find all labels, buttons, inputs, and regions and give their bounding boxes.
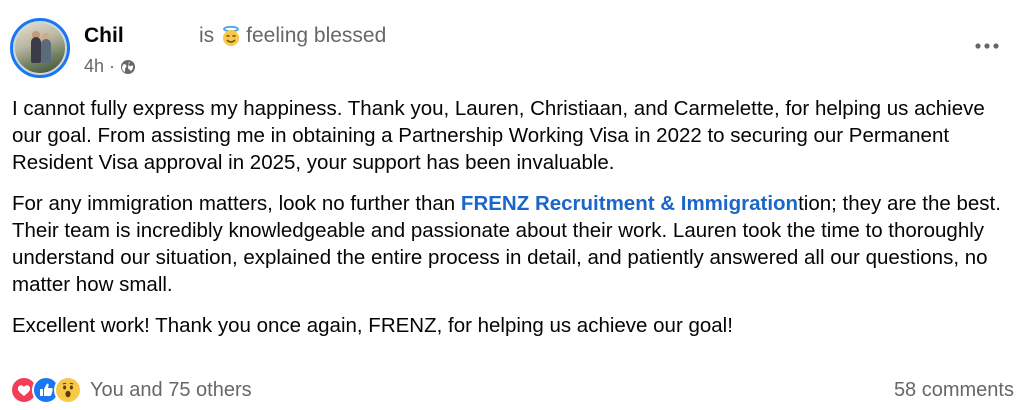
more-options-button[interactable] [972, 34, 1002, 58]
post-footer: You and 75 others 58 comments [10, 373, 1014, 407]
post-paragraph-2: For any immigration matters, look no fur… [12, 190, 1012, 298]
feeling-status: is feeling blessed [199, 24, 386, 48]
feeling-prefix: is [199, 24, 215, 47]
avatar-photo [15, 23, 65, 73]
more-dots-icon [975, 43, 999, 49]
frenz-page-link[interactable]: FRENZ Recruitment & Immigration [461, 192, 798, 215]
author-avatar[interactable] [10, 18, 70, 78]
wow-reaction-icon [54, 376, 82, 404]
post-meta: 4h · [84, 56, 136, 77]
reactions-count-label[interactable]: You and 75 others [90, 379, 252, 402]
smiling-face-with-halo-icon [220, 25, 242, 47]
meta-separator: · [109, 56, 116, 76]
author-name[interactable]: Chil [84, 24, 124, 48]
reactions-summary[interactable]: You and 75 others [10, 376, 252, 404]
paragraph-2-intro: For any immigration matters, look no fur… [12, 192, 461, 215]
feeling-label[interactable]: feeling blessed [246, 24, 386, 48]
post-paragraph-3: Excellent work! Thank you once again, FR… [12, 314, 733, 337]
globe-icon[interactable] [120, 59, 136, 75]
comments-count-link[interactable]: 58 comments [894, 379, 1014, 402]
post-timestamp[interactable]: 4h [84, 56, 104, 77]
post-card: Chil is feeling blessed 4h · I cannot fu… [0, 0, 1024, 410]
post-body: I cannot fully express my happiness. Tha… [12, 95, 1012, 353]
post-paragraph-1: I cannot fully express my happiness. Tha… [12, 97, 985, 174]
reaction-icons [10, 376, 82, 404]
